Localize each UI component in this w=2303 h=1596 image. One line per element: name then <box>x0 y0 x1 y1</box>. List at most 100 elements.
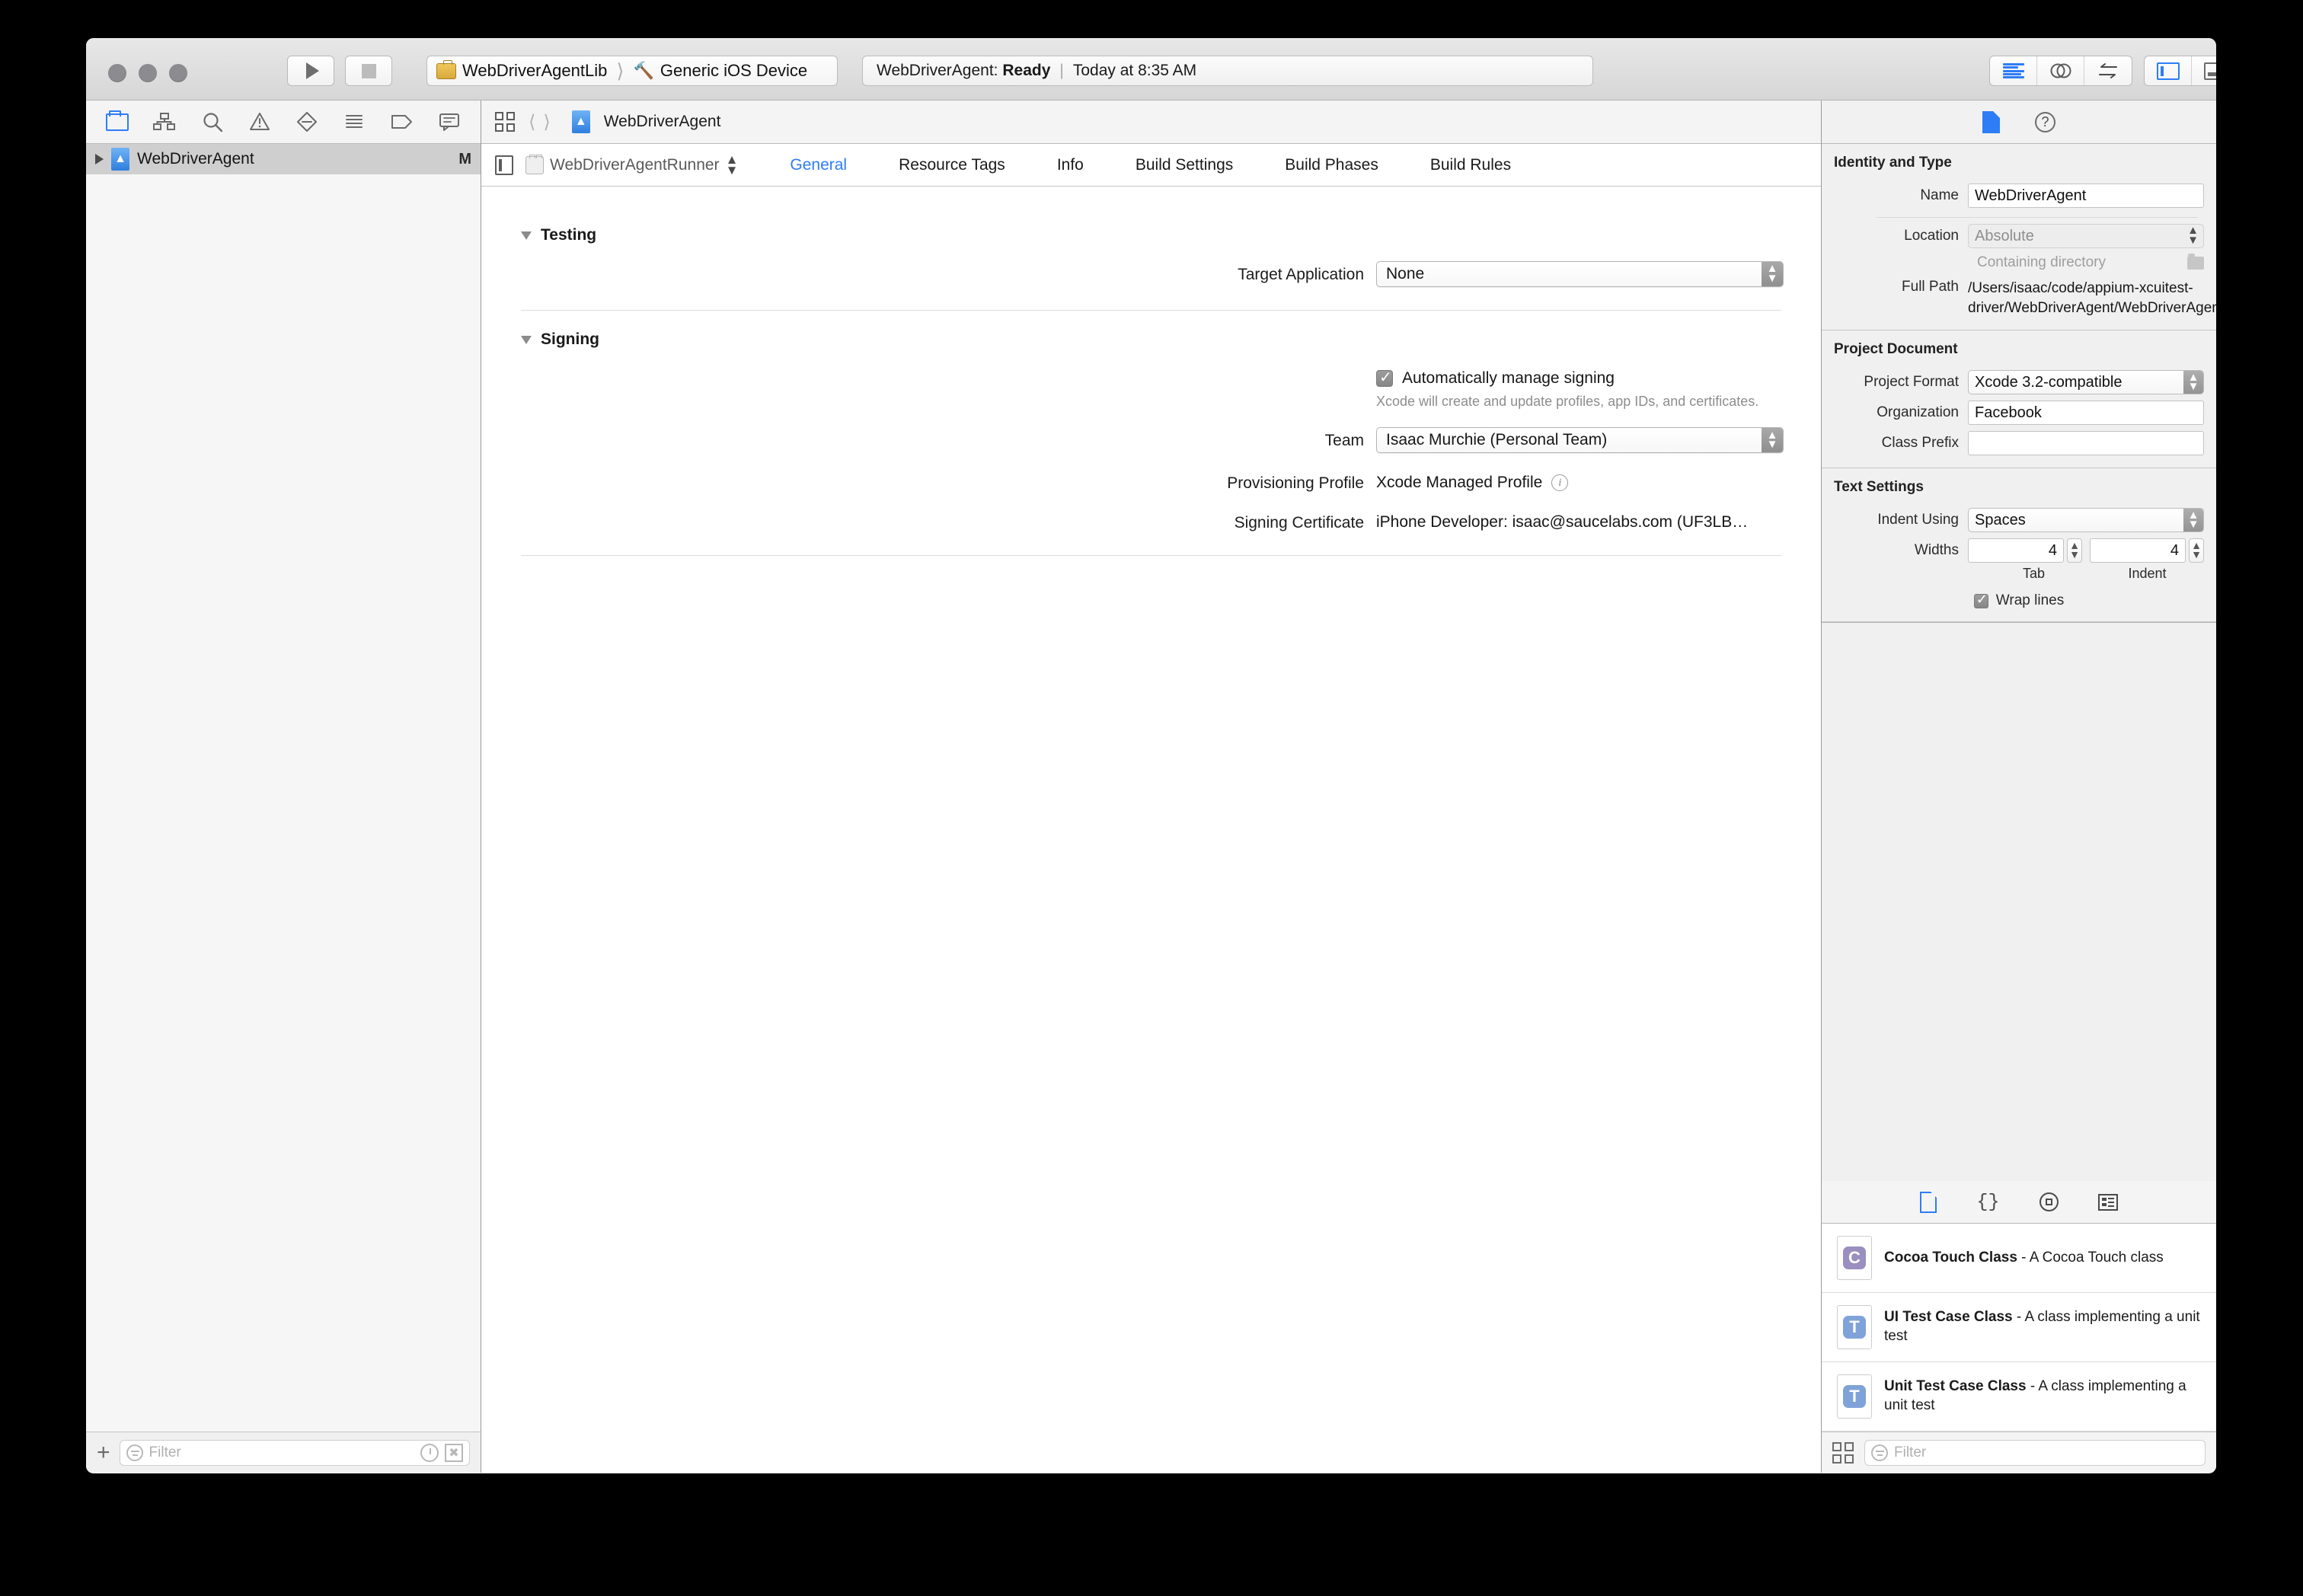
filter-extras: ✖ <box>420 1443 463 1462</box>
debug-area-toggle-button[interactable] <box>2192 56 2216 85</box>
row-name: Name WebDriverAgent <box>1834 184 2204 208</box>
code-snippet-library-tab-icon[interactable]: {} <box>1976 1191 1999 1213</box>
editor-mode-group <box>1989 56 2132 86</box>
indent-width-stepper[interactable]: ▲ ▼ <box>2189 538 2204 563</box>
navigator-filter-field[interactable]: Filter ✖ <box>119 1439 470 1466</box>
tab-width-field[interactable]: 4 <box>1968 538 2064 563</box>
library-item-desc: - A Cocoa Touch class <box>2017 1249 2164 1266</box>
close-button[interactable] <box>108 64 126 82</box>
section-disclosure-icon[interactable] <box>521 335 532 344</box>
location-popup[interactable]: Absolute ▲ ▼ <box>1968 224 2204 248</box>
tab-resource-tags[interactable]: Resource Tags <box>873 156 1031 174</box>
minimize-button[interactable] <box>139 64 157 82</box>
tab-info[interactable]: Info <box>1031 156 1110 174</box>
library-view-toggle-icon[interactable] <box>1832 1441 1854 1464</box>
standard-editor-button[interactable] <box>1990 56 2037 85</box>
target-selector[interactable]: WebDriverAgentRunner ▲ ▼ <box>525 153 738 177</box>
symbol-navigator-tab[interactable] <box>151 110 178 133</box>
source-control-filter-icon[interactable]: ✖ <box>445 1443 463 1462</box>
test-navigator-tab[interactable] <box>293 110 321 133</box>
version-editor-button[interactable] <box>2084 56 2132 85</box>
object-library-tab-icon[interactable] <box>2039 1192 2059 1211</box>
run-button[interactable] <box>287 56 334 86</box>
row-containing-directory: Containing directory <box>1834 253 2204 271</box>
row-team: Team Isaac Murchie (Personal Team) ▲ ▼ <box>481 427 1821 454</box>
navigator-toggle-button[interactable] <box>2145 56 2192 85</box>
destination-label[interactable]: Generic iOS Device <box>660 61 807 81</box>
navigator-row-webdriveragent[interactable]: ▲ WebDriverAgent M <box>86 144 481 174</box>
group-title: Project Document <box>1834 341 1958 358</box>
scheme-destination-bar[interactable]: WebDriverAgentLib ⟩ 🔨 Generic iOS Device <box>426 56 838 86</box>
row-label: Class Prefix <box>1881 435 1959 452</box>
library-item[interactable]: T UI Test Case Class - A class implement… <box>1822 1293 2216 1362</box>
project-navigator-tab[interactable] <box>104 110 131 133</box>
debug-navigator-tab[interactable] <box>340 110 368 133</box>
target-application-select[interactable]: None ▲ ▼ <box>1376 261 1784 287</box>
report-navigator-tab[interactable] <box>436 110 463 133</box>
library-item[interactable]: T Unit Test Case Class - A class impleme… <box>1822 1362 2216 1432</box>
indent-width-field[interactable]: 4 <box>2090 538 2186 563</box>
file-inspector-tab-icon[interactable] <box>1982 110 2000 133</box>
row-project-format: Project Format Xcode 3.2-compatible ▲ ▼ <box>1834 370 2204 395</box>
filter-icon <box>1871 1444 1888 1461</box>
quick-help-inspector-tab-icon[interactable]: ? <box>2035 111 2055 132</box>
library-item-text: Unit Test Case Class - A class implement… <box>1884 1377 2204 1415</box>
tab-build-phases[interactable]: Build Phases <box>1259 156 1404 174</box>
disclosure-triangle-icon[interactable] <box>95 154 104 164</box>
back-forward-buttons[interactable]: ⟨⟩ <box>529 111 558 133</box>
file-template-library-tab-icon[interactable] <box>1920 1191 1937 1213</box>
class-prefix-field[interactable] <box>1968 431 2204 456</box>
library-item-title: Cocoa Touch Class <box>1884 1249 2017 1266</box>
library-tab-bar: {} <box>1822 1181 2216 1224</box>
assistant-editor-button[interactable] <box>2037 56 2084 85</box>
row-label: Indent Using <box>1877 512 1959 528</box>
row-label: Location <box>1904 228 1959 244</box>
info-icon[interactable]: i <box>1551 474 1569 492</box>
library-item[interactable]: C Cocoa Touch Class - A Cocoa Touch clas… <box>1822 1224 2216 1293</box>
tab-general[interactable]: General <box>764 156 873 174</box>
breakpoint-navigator-tab[interactable] <box>388 110 416 133</box>
template-badge-letter: T <box>1843 1385 1866 1408</box>
organization-field[interactable]: Facebook <box>1968 401 2204 426</box>
media-library-tab-icon[interactable] <box>2097 1193 2118 1211</box>
indent-using-value: Spaces <box>1975 511 2026 528</box>
team-select[interactable]: Isaac Murchie (Personal Team) ▲ ▼ <box>1376 427 1784 454</box>
jumpbar-title[interactable]: WebDriverAgent <box>604 113 721 131</box>
project-format-value: Xcode 3.2-compatible <box>1975 373 2123 391</box>
automatically-manage-signing-checkbox[interactable] <box>1376 368 1393 387</box>
indent-using-popup[interactable]: Spaces ▲ ▼ <box>1968 508 2204 533</box>
section-header-signing[interactable]: Signing <box>521 330 1821 349</box>
jumpbar-project-icon: ▲ <box>571 110 590 133</box>
scheme-label[interactable]: WebDriverAgentLib <box>462 61 607 81</box>
zoom-button[interactable] <box>169 64 187 82</box>
recent-files-icon[interactable] <box>420 1443 439 1462</box>
row-wrap-lines[interactable]: Wrap lines <box>1834 592 2204 609</box>
library-filter-field[interactable]: Filter <box>1864 1439 2206 1466</box>
name-field[interactable]: WebDriverAgent <box>1968 184 2204 208</box>
window-toolbar: WebDriverAgentLib ⟩ 🔨 Generic iOS Device… <box>86 38 2216 101</box>
breadcrumb-chevron-icon: ⟩ <box>616 59 624 82</box>
tab-width-stepper[interactable]: ▲ ▼ <box>2067 538 2082 563</box>
window-body: ▲ WebDriverAgent M + Filter ✖ ⟨⟩ ▲ WebDr… <box>86 101 2216 1473</box>
choose-directory-icon[interactable] <box>2187 253 2204 270</box>
find-navigator-tab[interactable] <box>199 110 226 133</box>
project-format-popup[interactable]: Xcode 3.2-compatible ▲ ▼ <box>1968 370 2204 395</box>
section-header-testing[interactable]: Testing <box>521 226 1821 244</box>
stop-button[interactable] <box>345 56 392 86</box>
row-full-path: Full Path /Users/isaac/code/appium-xcuit… <box>1834 279 2216 318</box>
add-file-button[interactable]: + <box>97 1441 110 1464</box>
row-label: Target Application <box>1238 266 1364 283</box>
tab-build-settings[interactable]: Build Settings <box>1110 156 1259 174</box>
project-list-toggle-icon[interactable] <box>495 155 513 175</box>
library-item-text: UI Test Case Class - A class implementin… <box>1884 1308 2204 1345</box>
automatic-signing-checkbox-wrap[interactable]: Automatically manage signing <box>1376 365 1758 388</box>
containing-directory-label: Containing directory <box>1977 254 2106 270</box>
issue-navigator-tab[interactable] <box>246 110 273 133</box>
tab-build-rules[interactable]: Build Rules <box>1404 156 1537 174</box>
section-disclosure-icon[interactable] <box>521 231 532 240</box>
related-items-icon[interactable] <box>495 112 515 132</box>
warning-triangle-icon <box>249 113 270 130</box>
wrap-lines-checkbox[interactable] <box>1973 592 1988 608</box>
scm-status-badge: M <box>458 150 471 168</box>
target-application-value: None <box>1386 265 1425 282</box>
